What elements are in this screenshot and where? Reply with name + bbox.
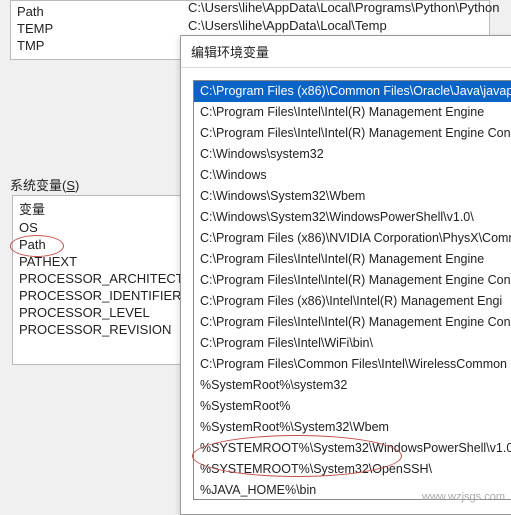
- sys-var-row[interactable]: Path: [19, 236, 185, 253]
- sys-var-row[interactable]: PROCESSOR_LEVEL: [19, 304, 185, 321]
- path-item[interactable]: C:\Program Files (x86)\Intel\Intel(R) Ma…: [194, 291, 511, 312]
- path-item[interactable]: C:\Program Files (x86)\Common Files\Orac…: [194, 81, 511, 102]
- path-item[interactable]: %SystemRoot%\system32: [194, 375, 511, 396]
- path-item[interactable]: C:\Program Files\Intel\Intel(R) Manageme…: [194, 123, 511, 144]
- path-item[interactable]: C:\Windows: [194, 165, 511, 186]
- sys-var-row[interactable]: PROCESSOR_ARCHITECT: [19, 270, 185, 287]
- path-item[interactable]: C:\Program Files\Intel\WiFi\bin\: [194, 333, 511, 354]
- path-item[interactable]: C:\Program Files\Common Files\Intel\Wire…: [194, 354, 511, 375]
- path-item[interactable]: %SystemRoot%: [194, 396, 511, 417]
- user-var-value: C:\Users\lihe\AppData\Local\Programs\Pyt…: [188, 0, 499, 15]
- user-var-name: TMP: [17, 38, 44, 53]
- sys-var-row[interactable]: OS: [19, 219, 185, 236]
- user-var-value: C:\Users\lihe\AppData\Local\Temp: [188, 18, 387, 33]
- system-vars-list[interactable]: 变量 OS Path PATHEXT PROCESSOR_ARCHITECT P…: [12, 195, 192, 365]
- path-item[interactable]: %SYSTEMROOT%\System32\OpenSSH\: [194, 459, 511, 480]
- sys-var-row[interactable]: PROCESSOR_IDENTIFIER: [19, 287, 185, 304]
- path-item[interactable]: C:\Windows\System32\WindowsPowerShell\v1…: [194, 207, 511, 228]
- path-item[interactable]: %SYSTEMROOT%\System32\WindowsPowerShell\…: [194, 438, 511, 459]
- system-vars-label: 系统变量(S): [10, 175, 79, 194]
- path-item[interactable]: C:\Program Files (x86)\NVIDIA Corporatio…: [194, 228, 511, 249]
- dialog-title: 编辑环境变量: [181, 36, 511, 68]
- watermark: www.wzjsgs.com: [422, 491, 505, 503]
- user-var-name: TEMP: [17, 21, 53, 36]
- path-item[interactable]: C:\Windows\system32: [194, 144, 511, 165]
- path-item[interactable]: C:\Program Files\Intel\Intel(R) Manageme…: [194, 102, 511, 123]
- path-item[interactable]: C:\Program Files\Intel\Intel(R) Manageme…: [194, 312, 511, 333]
- sys-var-row[interactable]: PATHEXT: [19, 253, 185, 270]
- edit-env-dialog: 编辑环境变量 C:\Program Files (x86)\Common Fil…: [180, 35, 511, 515]
- sys-var-header: 变量: [19, 198, 185, 219]
- path-item[interactable]: C:\Program Files\Intel\Intel(R) Manageme…: [194, 270, 511, 291]
- path-item[interactable]: C:\Program Files\Intel\Intel(R) Manageme…: [194, 249, 511, 270]
- path-values-list[interactable]: C:\Program Files (x86)\Common Files\Orac…: [193, 80, 511, 500]
- path-item[interactable]: C:\Windows\System32\Wbem: [194, 186, 511, 207]
- path-item[interactable]: %SystemRoot%\System32\Wbem: [194, 417, 511, 438]
- sys-var-row[interactable]: PROCESSOR_REVISION: [19, 321, 185, 338]
- user-var-name: Path: [17, 4, 44, 19]
